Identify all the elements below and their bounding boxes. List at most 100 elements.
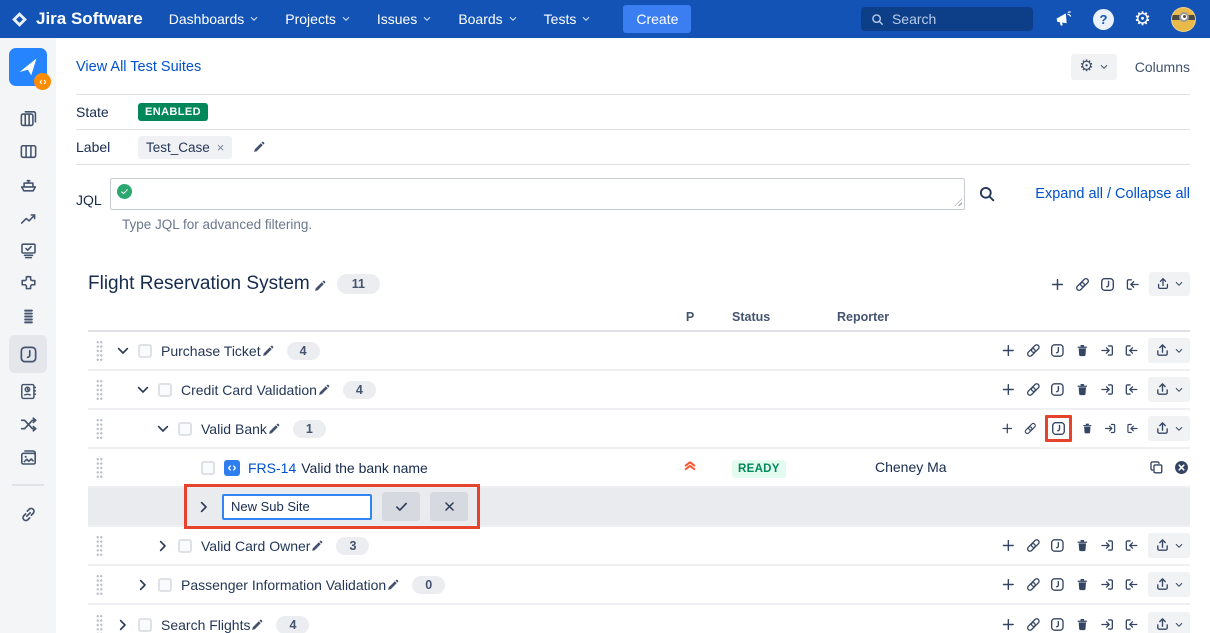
link-icon[interactable] xyxy=(1023,420,1038,437)
export-dropdown-button[interactable] xyxy=(1148,612,1190,633)
edit-pencil-icon[interactable] xyxy=(386,578,400,592)
link-icon[interactable] xyxy=(1025,381,1042,398)
import-icon[interactable] xyxy=(1123,576,1140,593)
edit-pencil-icon[interactable] xyxy=(317,383,331,397)
trash-icon[interactable] xyxy=(1074,576,1091,593)
drag-handle[interactable] xyxy=(96,574,103,596)
trash-icon[interactable] xyxy=(1074,381,1091,398)
cancel-button[interactable] xyxy=(430,492,468,521)
megaphone-icon[interactable] xyxy=(1053,9,1073,29)
import-icon[interactable] xyxy=(1123,616,1140,633)
edit-pencil-icon[interactable] xyxy=(261,344,275,358)
link-icon[interactable] xyxy=(1025,616,1042,633)
export-dropdown-button[interactable] xyxy=(1148,377,1190,402)
move-icon[interactable] xyxy=(1103,420,1118,437)
edit-pencil-icon[interactable] xyxy=(310,539,324,553)
export-dropdown-button[interactable] xyxy=(1148,533,1190,558)
link-icon[interactable] xyxy=(1025,537,1042,554)
sidebar-item-columns[interactable] xyxy=(9,135,47,168)
move-icon[interactable] xyxy=(1099,381,1116,398)
search-input[interactable] xyxy=(892,11,1012,27)
import-icon[interactable] xyxy=(1123,537,1140,554)
copy-suite-icon[interactable] xyxy=(1099,276,1116,293)
collapse-all-link[interactable]: Collapse all xyxy=(1115,186,1190,202)
help-icon[interactable]: ? xyxy=(1093,9,1114,30)
export-dropdown-button[interactable] xyxy=(1148,416,1190,441)
move-icon[interactable] xyxy=(1099,576,1116,593)
row-checkbox[interactable] xyxy=(138,618,152,632)
import-icon[interactable] xyxy=(1123,342,1140,359)
move-icon[interactable] xyxy=(1099,616,1116,633)
settings-dropdown-button[interactable]: ⚙ xyxy=(1071,54,1116,80)
run-jql-search-icon[interactable] xyxy=(977,184,997,204)
row-checkbox[interactable] xyxy=(178,422,192,436)
import-icon[interactable] xyxy=(1125,420,1140,437)
sidebar-item-shuffle[interactable] xyxy=(9,408,47,441)
row-checkbox[interactable] xyxy=(158,383,172,397)
sidebar-item-releases[interactable] xyxy=(9,168,47,201)
view-all-test-suites-link[interactable]: View All Test Suites xyxy=(76,59,201,75)
edit-suite-pencil-icon[interactable] xyxy=(313,279,327,293)
add-icon[interactable] xyxy=(1000,420,1015,437)
nav-tests[interactable]: Tests xyxy=(544,11,592,27)
sidebar-item-testing[interactable] xyxy=(9,234,47,267)
sidebar-item-contacts[interactable] xyxy=(9,375,47,408)
move-icon[interactable] xyxy=(1099,537,1116,554)
nav-boards[interactable]: Boards xyxy=(458,11,517,27)
drag-handle[interactable] xyxy=(96,614,103,633)
trash-icon[interactable] xyxy=(1080,420,1095,437)
create-button[interactable]: Create xyxy=(623,5,691,33)
chevron-right-icon[interactable] xyxy=(115,617,131,633)
user-avatar[interactable] xyxy=(1171,7,1196,32)
add-icon[interactable] xyxy=(1000,342,1017,359)
project-avatar[interactable] xyxy=(9,48,47,86)
trash-icon[interactable] xyxy=(1074,616,1091,633)
move-icon[interactable] xyxy=(1099,342,1116,359)
copy-suite-icon[interactable] xyxy=(1049,342,1066,359)
add-icon[interactable] xyxy=(1000,381,1017,398)
link-icon[interactable] xyxy=(1025,576,1042,593)
import-icon[interactable] xyxy=(1124,276,1141,293)
chevron-down-icon[interactable] xyxy=(155,421,171,437)
nav-projects[interactable]: Projects xyxy=(285,11,351,27)
jql-input[interactable] xyxy=(110,178,965,210)
confirm-button[interactable] xyxy=(382,492,420,521)
drag-handle[interactable] xyxy=(96,418,103,440)
copy-suite-icon[interactable] xyxy=(1049,576,1066,593)
expand-all-link[interactable]: Expand all xyxy=(1035,186,1103,202)
link-icon[interactable] xyxy=(1074,276,1091,293)
new-sub-suite-input[interactable] xyxy=(222,494,372,520)
export-dropdown-button[interactable] xyxy=(1148,572,1190,597)
edit-pencil-icon[interactable] xyxy=(267,422,281,436)
chevron-right-icon[interactable] xyxy=(196,499,212,515)
edit-label-pencil-icon[interactable] xyxy=(252,140,266,154)
remove-label-icon[interactable]: × xyxy=(217,140,225,155)
chevron-down-icon[interactable] xyxy=(135,382,151,398)
sidebar-item-media[interactable] xyxy=(9,441,47,474)
trash-icon[interactable] xyxy=(1074,537,1091,554)
trash-icon[interactable] xyxy=(1074,342,1091,359)
sidebar-item-reports[interactable] xyxy=(9,201,47,234)
row-checkbox[interactable] xyxy=(201,461,215,475)
import-icon[interactable] xyxy=(1123,381,1140,398)
nav-dashboards[interactable]: Dashboards xyxy=(169,11,260,27)
copy-suite-icon[interactable] xyxy=(1049,616,1066,633)
global-search[interactable] xyxy=(861,7,1033,31)
add-icon[interactable] xyxy=(1000,537,1017,554)
columns-button[interactable]: Columns xyxy=(1135,59,1190,75)
sidebar-item-addons[interactable] xyxy=(9,267,47,300)
drag-handle[interactable] xyxy=(96,379,103,401)
jira-logo[interactable]: Jira Software xyxy=(10,9,143,29)
export-dropdown-button[interactable] xyxy=(1149,272,1190,296)
link-icon[interactable] xyxy=(1025,342,1042,359)
sidebar-item-boards[interactable] xyxy=(9,102,47,135)
copy-suite-icon[interactable] xyxy=(1049,537,1066,554)
issue-key-link[interactable]: FRS-14 xyxy=(248,460,296,476)
drag-handle[interactable] xyxy=(96,457,103,479)
row-checkbox[interactable] xyxy=(138,344,152,358)
sidebar-item-backlog[interactable] xyxy=(9,300,47,333)
sidebar-item-test-suites[interactable] xyxy=(9,335,47,373)
sidebar-item-links[interactable] xyxy=(9,498,47,531)
row-checkbox[interactable] xyxy=(178,539,192,553)
chevron-right-icon[interactable] xyxy=(135,577,151,593)
